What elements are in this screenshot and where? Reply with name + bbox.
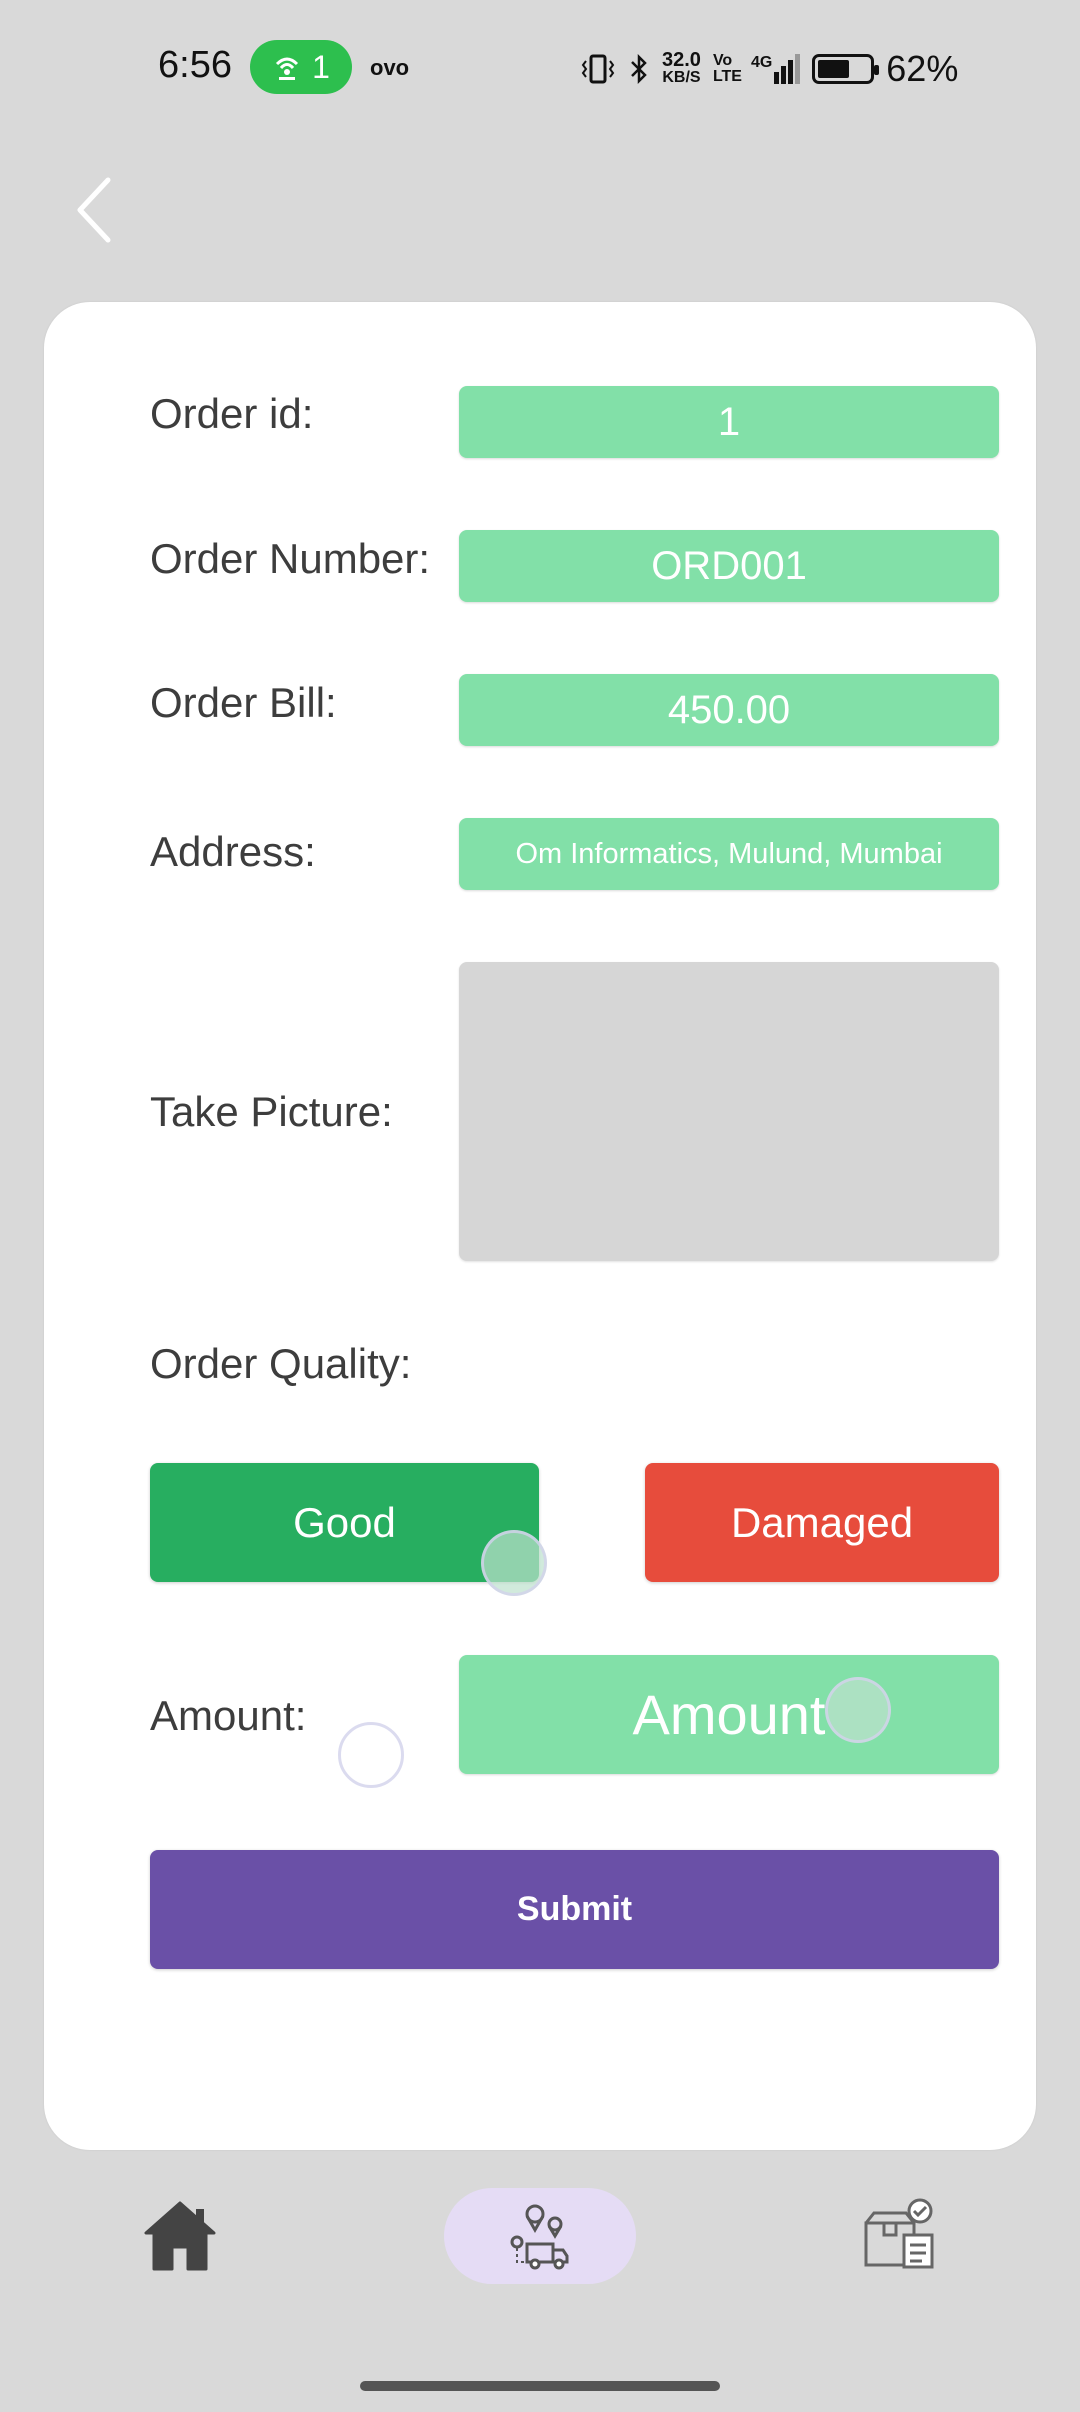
battery-icon	[812, 54, 880, 84]
touch-indicator	[825, 1677, 891, 1743]
touch-indicator	[481, 1530, 547, 1596]
take-picture-label: Take Picture:	[150, 1088, 393, 1135]
order-id-label: Order id:	[150, 390, 314, 437]
nav-orders[interactable]	[860, 2195, 940, 2275]
order-bill-label: Order Bill:	[150, 679, 337, 726]
delivery-route-icon	[505, 2200, 577, 2272]
submit-button[interactable]: Submit	[150, 1850, 999, 1969]
delivered-package-icon	[864, 2198, 934, 2269]
vibrate-icon	[581, 54, 615, 84]
address-label: Address:	[150, 828, 316, 875]
order-number-field: ORD001	[459, 530, 999, 602]
network-type: 4G	[750, 54, 773, 71]
order-id-field: 1	[459, 386, 999, 458]
chevron-left-icon	[77, 177, 111, 243]
address-field: Om Informatics, Mulund, Mumbai	[459, 818, 999, 890]
network-speed: 32.0 KB/S	[662, 49, 701, 87]
order-number-label: Order Number:	[150, 535, 431, 582]
order-bill-field: 450.00	[459, 674, 999, 746]
battery-percent: 62%	[886, 48, 959, 89]
hotspot-indicator: 1	[250, 40, 352, 94]
speed-value: 32.0	[662, 49, 701, 71]
home-indicator-bar[interactable]	[360, 2381, 720, 2391]
battery-level	[818, 60, 850, 78]
signal-icon: 4G	[750, 54, 801, 84]
back-button[interactable]	[70, 170, 130, 250]
damaged-button[interactable]: Damaged	[645, 1463, 999, 1582]
amount-label: Amount:	[150, 1692, 307, 1739]
hotspot-icon	[276, 57, 299, 80]
amount-input[interactable]: Amount	[459, 1655, 999, 1774]
touch-indicator	[338, 1722, 404, 1788]
home-icon	[144, 2201, 216, 2271]
carrier-label: ovo	[370, 55, 410, 80]
hotspot-count: 1	[312, 48, 330, 85]
bluetooth-icon	[631, 53, 647, 85]
volte-label: Vo LTE	[712, 52, 742, 85]
status-time: 6:56	[158, 44, 232, 86]
order-quality-label: Order Quality:	[150, 1340, 412, 1387]
nav-home[interactable]	[140, 2195, 220, 2275]
status-icons: 32.0 KB/S Vo LTE 4G 62%	[580, 48, 958, 90]
speed-unit: KB/S	[662, 69, 701, 86]
photo-capture-area[interactable]	[459, 962, 999, 1261]
